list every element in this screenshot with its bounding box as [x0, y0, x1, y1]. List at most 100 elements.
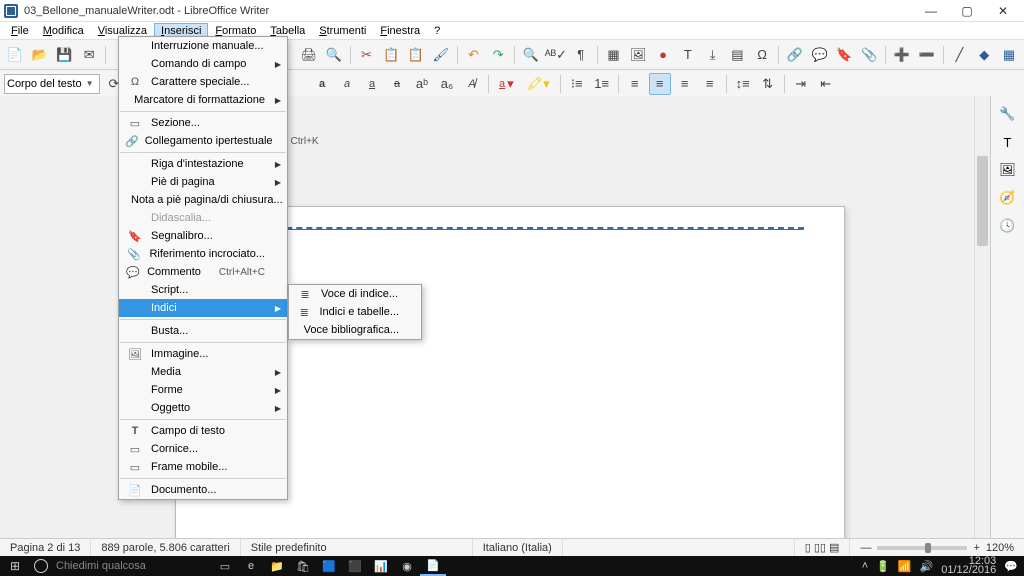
store-icon[interactable]: 🛍 — [290, 556, 316, 576]
vertical-scrollbar[interactable] — [974, 96, 990, 554]
menu-cornice[interactable]: ▭Cornice... — [119, 440, 287, 458]
chart-button[interactable]: ● — [652, 44, 674, 66]
decrease-indent-button[interactable]: ⇤ — [815, 73, 837, 95]
menu-strumenti[interactable]: Strumenti — [312, 23, 373, 39]
status-words[interactable]: 889 parole, 5.806 caratteri — [91, 539, 240, 556]
new-doc-button[interactable]: 📄 — [4, 44, 26, 66]
save-button[interactable]: 💾 — [54, 44, 76, 66]
cortana-search[interactable]: Chiedimi qualcosa — [52, 560, 212, 572]
menu-sezione[interactable]: ▭Sezione... — [119, 114, 287, 132]
menu-campo-di-testo[interactable]: TCampo di testo — [119, 422, 287, 440]
menu-indici[interactable]: Indici▶ — [119, 299, 287, 317]
status-lang[interactable]: Italiano (Italia) — [473, 539, 563, 556]
nonprinting-button[interactable]: ¶ — [570, 44, 592, 66]
start-button[interactable]: ⊞ — [0, 556, 30, 576]
notifications-icon[interactable]: 💬 — [1004, 560, 1018, 573]
highlight-button[interactable]: 🖍▾ — [522, 73, 555, 95]
submenu-voce-bibliografica[interactable]: Voce bibliografica... — [289, 321, 421, 339]
increase-indent-button[interactable]: ⇥ — [790, 73, 812, 95]
status-view-icons[interactable]: ▯ ▯▯ ▤ — [795, 539, 851, 556]
subscript-button[interactable]: a₆ — [436, 73, 458, 95]
field-button[interactable]: ▤ — [726, 44, 748, 66]
task-view-icon[interactable]: ▭ — [212, 556, 238, 576]
menu-modifica[interactable]: Modifica — [36, 23, 91, 39]
cut-button[interactable]: ✂ — [356, 44, 378, 66]
hyperlink-button[interactable]: 🔗 — [784, 44, 806, 66]
clock[interactable]: 12:03 01/12/2016 — [941, 557, 996, 575]
edge-icon[interactable]: e — [238, 556, 264, 576]
draw-functions-button[interactable]: ▦ — [998, 44, 1020, 66]
submenu-indici-e-tabelle[interactable]: ≣Indici e tabelle... — [289, 303, 421, 321]
wifi-icon[interactable]: 📶 — [898, 560, 912, 573]
maximize-button[interactable]: ▢ — [950, 2, 984, 20]
numbering-button[interactable]: 1≡ — [591, 73, 613, 95]
delete-rows-button[interactable]: ➖ — [916, 44, 938, 66]
sidebar-gallery-icon[interactable]: 🖼 — [996, 158, 1020, 182]
comment-button[interactable]: 💬 — [809, 44, 831, 66]
chrome-icon[interactable]: ◉ — [394, 556, 420, 576]
menu-segnalibro[interactable]: 🔖Segnalibro... — [119, 227, 287, 245]
status-page[interactable]: Pagina 2 di 13 — [0, 539, 91, 556]
zoom-controls[interactable]: — + 120% — [850, 539, 1024, 556]
zoom-slider[interactable] — [877, 546, 967, 550]
menu-nota-pie-pagina[interactable]: Nota a piè pagina/di chiusura... — [119, 191, 287, 209]
menu-help[interactable]: ? — [427, 23, 447, 39]
spellcheck-button[interactable]: ᴬᴮ✓ — [545, 44, 567, 66]
redo-button[interactable]: ↷ — [487, 44, 509, 66]
close-button[interactable]: ✕ — [986, 2, 1020, 20]
undo-button[interactable]: ↶ — [463, 44, 485, 66]
superscript-button[interactable]: aᵇ — [411, 73, 433, 95]
align-center-button[interactable]: ≡ — [649, 73, 671, 95]
battery-icon[interactable]: 🔋 — [876, 560, 890, 573]
system-tray[interactable]: ˄ 🔋 📶 🔊 12:03 01/12/2016 💬 — [856, 557, 1024, 575]
para-spacing-button[interactable]: ⇅ — [757, 73, 779, 95]
sidebar-styles-icon[interactable]: T — [996, 130, 1020, 154]
open-button[interactable]: 📂 — [29, 44, 51, 66]
menu-carattere-speciale[interactable]: ΩCarattere speciale... — [119, 73, 287, 91]
table-button[interactable]: ▦ — [603, 44, 625, 66]
menu-forme[interactable]: Forme▶ — [119, 381, 287, 399]
explorer-icon[interactable]: 📁 — [264, 556, 290, 576]
print-button[interactable]: 🖨 — [298, 44, 320, 66]
menu-collegamento-ipertestuale[interactable]: 🔗Collegamento ipertestualeCtrl+K — [119, 132, 287, 150]
submenu-voce-di-indice[interactable]: ≣Voce di indice... — [289, 285, 421, 303]
textbox-button[interactable]: T — [677, 44, 699, 66]
insert-rows-button[interactable]: ➕ — [891, 44, 913, 66]
menu-comando-di-campo[interactable]: Comando di campo▶ — [119, 55, 287, 73]
volume-icon[interactable]: 🔊 — [920, 560, 934, 573]
font-color-button[interactable]: a▾ — [494, 73, 519, 95]
writer-task-icon[interactable]: 📄 — [420, 556, 446, 576]
sidebar-navigator-icon[interactable]: 🧭 — [996, 186, 1020, 210]
app-icon-3[interactable]: 📊 — [368, 556, 394, 576]
bullets-button[interactable]: ⁝≡ — [566, 73, 588, 95]
menu-interruzione-manuale[interactable]: Interruzione manuale... — [119, 37, 287, 55]
menu-pie-di-pagina[interactable]: Piè di pagina▶ — [119, 173, 287, 191]
clear-format-button[interactable]: A̸ — [461, 73, 483, 95]
minimize-button[interactable]: — — [914, 2, 948, 20]
menu-busta[interactable]: Busta... — [119, 322, 287, 340]
image-button[interactable]: 🖼 — [627, 44, 649, 66]
menu-commento[interactable]: 💬CommentoCtrl+Alt+C — [119, 263, 287, 281]
menu-file[interactable]: File — [4, 23, 36, 39]
line-button[interactable]: ╱ — [949, 44, 971, 66]
bold-button[interactable]: a — [311, 73, 333, 95]
line-spacing-button[interactable]: ↕≡ — [732, 73, 754, 95]
cross-ref-button[interactable]: 📎 — [858, 44, 880, 66]
italic-button[interactable]: a — [336, 73, 358, 95]
underline-button[interactable]: a — [361, 73, 383, 95]
paste-button[interactable]: 📋 — [405, 44, 427, 66]
justify-button[interactable]: ≡ — [699, 73, 721, 95]
special-char-button[interactable]: Ω — [751, 44, 773, 66]
copy-button[interactable]: 📋 — [380, 44, 402, 66]
menu-frame-mobile[interactable]: ▭Frame mobile... — [119, 458, 287, 476]
menu-documento[interactable]: 📄Documento... — [119, 481, 287, 499]
menu-script[interactable]: Script... — [119, 281, 287, 299]
clone-format-button[interactable]: 🖌 — [430, 44, 452, 66]
menu-riferimento-incrociato[interactable]: 📎Riferimento incrociato... — [119, 245, 287, 263]
sidebar-properties-icon[interactable]: 🔧 — [996, 102, 1020, 126]
bookmark-button[interactable]: 🔖 — [834, 44, 856, 66]
find-button[interactable]: 🔍 — [520, 44, 542, 66]
basic-shapes-button[interactable]: ◆ — [973, 44, 995, 66]
page-break-button[interactable]: ⤓ — [702, 44, 724, 66]
menu-immagine[interactable]: 🖼Immagine... — [119, 345, 287, 363]
